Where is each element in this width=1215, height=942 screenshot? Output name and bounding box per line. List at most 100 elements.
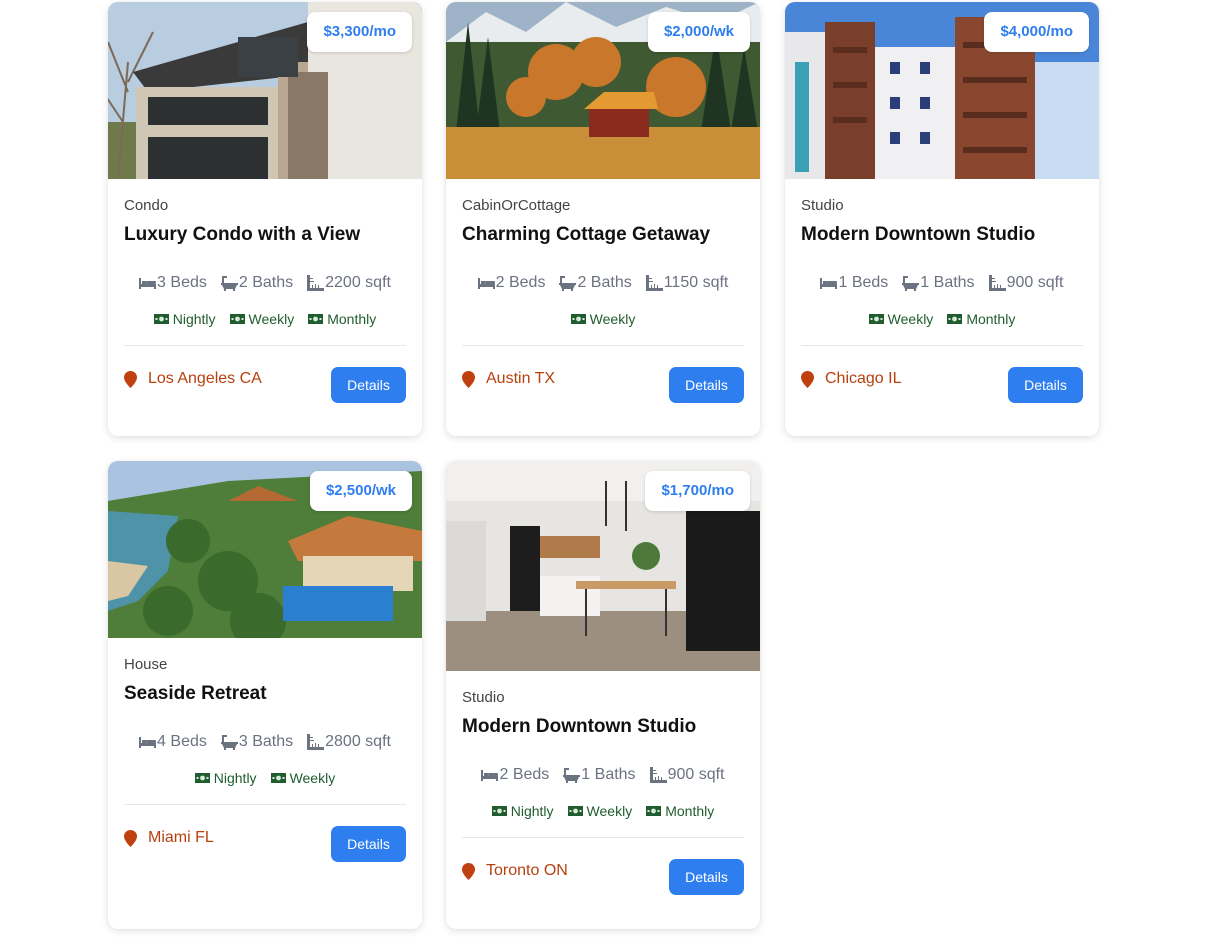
listing-card: $3,300/mo Condo Luxury Condo with a View…	[108, 2, 422, 436]
term-monthly: Monthly	[308, 310, 376, 328]
baths-label: 3 Baths	[238, 733, 294, 750]
map-pin-icon	[462, 370, 475, 388]
property-type: Studio	[462, 689, 505, 706]
map-pin-icon	[124, 829, 137, 847]
ruler-icon	[649, 767, 667, 783]
area-label: 1150 sqft	[663, 274, 729, 291]
location: Los Angeles CA	[124, 370, 262, 388]
beds-feature: 3 Beds	[139, 273, 207, 293]
money-icon	[491, 806, 507, 816]
area-label: 900 sqft	[1006, 274, 1064, 291]
listing-photo[interactable]: $4,000/mo	[785, 2, 1099, 179]
money-icon	[868, 314, 884, 324]
property-type: Condo	[124, 197, 169, 214]
term-label: Weekly	[887, 311, 934, 327]
price-badge: $4,000/mo	[984, 12, 1089, 52]
divider	[124, 345, 406, 346]
location-label: Chicago IL	[825, 370, 902, 387]
details-button[interactable]: Details	[669, 367, 744, 403]
money-icon	[308, 314, 324, 324]
area-label: 900 sqft	[667, 766, 725, 783]
baths-feature: 3 Baths	[220, 732, 294, 752]
location-label: Los Angeles CA	[148, 370, 262, 387]
beds-feature: 2 Beds	[477, 273, 546, 293]
baths-label: 2 Baths	[577, 274, 632, 291]
listing-title[interactable]: Modern Downtown Studio	[462, 716, 744, 738]
location: Toronto ON	[462, 862, 568, 880]
beds-label: 1 Beds	[838, 274, 889, 291]
ruler-icon	[645, 275, 663, 291]
money-icon	[153, 314, 169, 324]
listing-photo[interactable]: $2,500/wk	[108, 461, 422, 638]
money-icon	[567, 806, 583, 816]
divider	[462, 837, 744, 838]
location: Chicago IL	[801, 370, 902, 388]
term-nightly: Nightly	[153, 310, 216, 328]
location-label: Miami FL	[148, 829, 214, 846]
details-button[interactable]: Details	[331, 826, 406, 862]
money-icon	[229, 314, 245, 324]
beds-feature: 2 Beds	[481, 765, 549, 785]
term-nightly: Nightly	[194, 769, 257, 787]
area-feature: 1150 sqft	[645, 273, 729, 293]
baths-label: 2 Baths	[238, 274, 294, 291]
baths-feature: 1 Baths	[902, 273, 975, 293]
details-button[interactable]: Details	[1008, 367, 1083, 403]
listing-card: $2,000/wk CabinOrCottage Charming Cottag…	[446, 2, 760, 436]
term-monthly: Monthly	[947, 310, 1015, 328]
ruler-icon	[988, 275, 1006, 291]
term-label: Monthly	[966, 311, 1016, 327]
beds-label: 2 Beds	[495, 274, 546, 291]
listing-card: $1,700/mo Studio Modern Downtown Studio …	[446, 461, 760, 929]
details-button[interactable]: Details	[669, 859, 744, 895]
money-icon	[270, 773, 286, 783]
beds-label: 4 Beds	[157, 733, 207, 750]
bed-icon	[139, 278, 157, 289]
listing-title[interactable]: Luxury Condo with a View	[124, 224, 406, 246]
term-weekly: Weekly	[570, 310, 636, 328]
bathtub-icon	[220, 276, 238, 291]
area-label: 2200 sqft	[325, 274, 391, 291]
bed-icon	[477, 278, 495, 289]
beds-feature: 4 Beds	[139, 732, 207, 752]
price-badge: $3,300/mo	[307, 12, 412, 52]
area-feature: 900 sqft	[649, 765, 725, 785]
term-nightly: Nightly	[491, 802, 554, 820]
ruler-icon	[307, 734, 325, 750]
baths-feature: 2 Baths	[559, 273, 632, 293]
baths-feature: 2 Baths	[220, 273, 294, 293]
term-weekly: Weekly	[868, 310, 934, 328]
location-label: Austin TX	[486, 370, 556, 387]
listing-card: $4,000/mo Studio Modern Downtown Studio …	[785, 2, 1099, 436]
term-weekly: Weekly	[229, 310, 294, 328]
money-icon	[646, 806, 662, 816]
listing-photo[interactable]: $2,000/wk	[446, 2, 760, 179]
term-label: Weekly	[589, 311, 636, 327]
ruler-icon	[307, 275, 325, 291]
listing-card: $2,500/wk House Seaside Retreat 4 Beds 3…	[108, 461, 422, 929]
listing-title[interactable]: Seaside Retreat	[124, 683, 406, 705]
listing-title[interactable]: Modern Downtown Studio	[801, 224, 1083, 246]
listing-title[interactable]: Charming Cottage Getaway	[462, 224, 744, 246]
bed-icon	[139, 737, 157, 748]
bathtub-icon	[902, 276, 920, 291]
divider	[801, 345, 1083, 346]
bathtub-icon	[563, 768, 581, 783]
area-label: 2800 sqft	[325, 733, 391, 750]
term-monthly: Monthly	[646, 802, 714, 820]
property-type: House	[124, 656, 168, 673]
bed-icon	[481, 770, 499, 781]
listing-photo[interactable]: $3,300/mo	[108, 2, 422, 179]
area-feature: 2200 sqft	[307, 273, 391, 293]
term-weekly: Weekly	[270, 769, 335, 787]
baths-feature: 1 Baths	[563, 765, 636, 785]
details-button[interactable]: Details	[331, 367, 406, 403]
term-weekly: Weekly	[567, 802, 632, 820]
beds-label: 2 Beds	[499, 766, 550, 783]
listing-photo[interactable]: $1,700/mo	[446, 461, 760, 671]
money-icon	[570, 314, 586, 324]
term-label: Monthly	[327, 311, 377, 327]
baths-label: 1 Baths	[581, 766, 636, 783]
area-feature: 2800 sqft	[307, 732, 391, 752]
area-feature: 900 sqft	[988, 273, 1064, 293]
